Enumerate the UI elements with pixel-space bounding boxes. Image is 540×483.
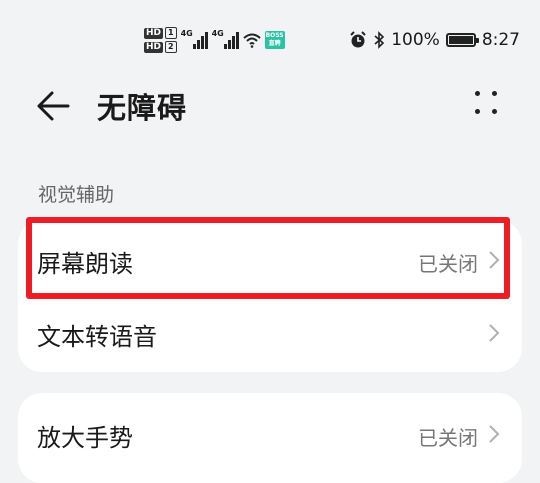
wifi-icon [242,33,261,48]
text-to-speech-label: 文本转语音 [37,323,157,351]
section-title-visual-assist: 视觉辅助 [38,184,115,206]
magnification-gestures-item[interactable]: 放大手势 已关闭 [18,398,522,470]
hd-label-2: HD [144,41,164,53]
text-to-speech-item[interactable]: 文本转语音 [18,297,522,369]
hd-label-1: HD [144,27,164,39]
status-bar: HD 1 HD 2 4G 4G BOSS 直聘 100% 8:27 [0,0,540,80]
page-title: 无障碍 [97,91,188,125]
status-bar-left: HD 1 HD 2 4G 4G BOSS 直聘 [144,24,285,56]
chevron-right-icon [489,425,500,443]
signal-icon-1: 4G [180,29,208,49]
alarm-icon [350,31,366,48]
sim1-label: 1 [165,27,177,39]
more-options-icon[interactable] [468,86,504,122]
back-arrow-icon[interactable] [34,86,74,126]
status-bar-right: 100% 8:27 [349,30,520,50]
clock: 8:27 [481,30,520,50]
screen-reader-status: 已关闭 [418,252,478,276]
boss-badge-line2: 直聘 [268,40,281,47]
battery-icon [445,33,479,47]
chevron-right-icon [489,324,500,342]
network-type-2: 4G [211,29,224,38]
visual-assist-card: 屏幕朗读 已关闭 文本转语音 [18,220,522,372]
network-type-1: 4G [180,29,193,38]
chevron-right-icon [489,251,500,269]
boss-badge-line1: BOSS [265,32,284,39]
hd-sim2: HD 2 [144,41,177,53]
magnification-gestures-label: 放大手势 [37,424,133,452]
magnification-card: 放大手势 已关闭 [18,393,522,483]
battery-percent: 100% [391,30,440,50]
hd-sim1: HD 1 [144,27,177,39]
magnification-gestures-status: 已关闭 [418,426,478,450]
sim2-label: 2 [165,41,177,53]
screen-reader-label: 屏幕朗读 [37,250,133,278]
bluetooth-icon [374,31,385,49]
boss-app-icon: BOSS 直聘 [264,31,285,49]
signal-icon-2: 4G [211,29,239,49]
screen-reader-item[interactable]: 屏幕朗读 已关闭 [18,224,522,296]
hd-indicators: HD 1 HD 2 [144,27,177,53]
battery-fill [448,36,473,44]
